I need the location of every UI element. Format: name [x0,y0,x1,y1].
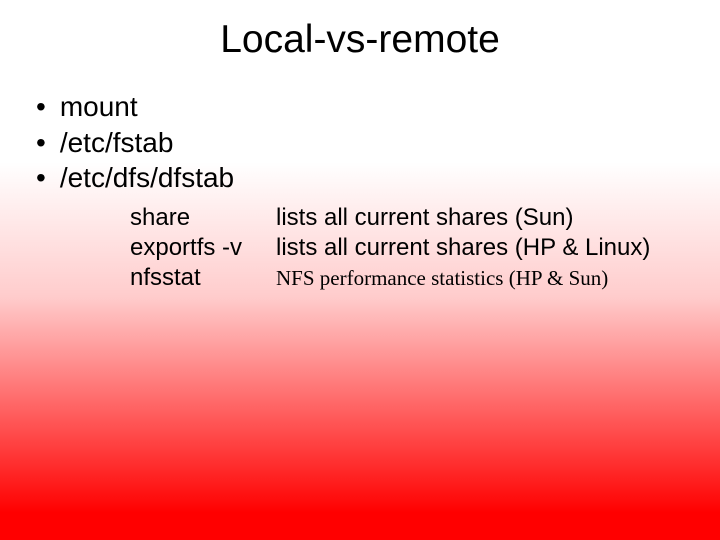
bullet-list: mount /etc/fstab /etc/dfs/dfstab [36,90,690,195]
command-row: share lists all current shares (Sun) [130,203,690,233]
bullet-item: /etc/dfs/dfstab [36,161,690,195]
command-desc: lists all current shares (HP & Linux) [276,233,650,263]
command-row: nfsstat NFS performance statistics (HP &… [130,263,690,293]
command-desc: NFS performance statistics (HP & Sun) [276,265,608,291]
command-table: share lists all current shares (Sun) exp… [130,203,690,293]
command-name: exportfs -v [130,233,276,263]
command-row: exportfs -v lists all current shares (HP… [130,233,690,263]
command-desc: lists all current shares (Sun) [276,203,573,233]
command-name: share [130,203,276,233]
bullet-item: /etc/fstab [36,126,690,160]
bullet-item: mount [36,90,690,124]
slide: Local-vs-remote mount /etc/fstab /etc/df… [0,0,720,540]
slide-title: Local-vs-remote [30,18,690,62]
command-name: nfsstat [130,263,276,293]
